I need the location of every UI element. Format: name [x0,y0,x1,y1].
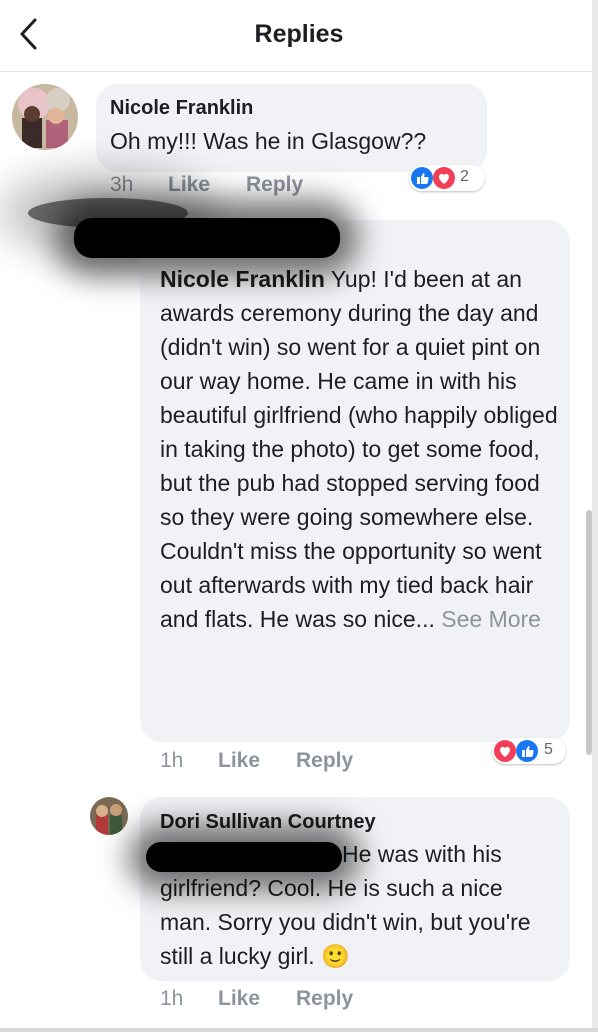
see-more-link[interactable]: See More [441,606,541,632]
like-button[interactable]: Like [218,987,260,1011]
like-reaction-icon [516,740,538,762]
timestamp: 3h [110,173,134,196]
reaction-count: 5 [544,741,553,758]
page-title: Replies [254,20,344,48]
avatar[interactable] [90,797,128,835]
comment-author[interactable]: Nicole Franklin [110,97,253,120]
reply-button[interactable]: Reply [296,749,353,773]
redacted-author [74,218,340,258]
reply-button[interactable]: Reply [246,173,303,197]
comment-bubble[interactable]: Dori Sullivan Courtney He was with his g… [140,797,570,981]
like-button[interactable]: Like [218,749,260,773]
bottom-divider [0,1028,598,1032]
reply-button[interactable]: Reply [296,987,353,1011]
comment-text: Nicole Franklin Yup! I'd been at an awar… [160,262,558,636]
reaction-count: 2 [460,168,469,185]
top-bar: Replies [0,0,598,72]
screen-edge [592,0,598,1032]
timestamp: 1h [160,987,184,1010]
scrollbar[interactable] [586,510,592,755]
comment-author[interactable]: Dori Sullivan Courtney [160,811,376,834]
smile-emoji-icon: 🙂 [321,943,350,969]
love-reaction-icon [494,740,516,762]
like-reaction-icon [411,167,433,189]
mentioned-user[interactable]: Nicole Franklin [160,266,325,292]
comment-bubble[interactable]: Nicole Franklin Oh my!!! Was he in Glasg… [96,84,487,172]
reaction-summary[interactable]: 2 [409,165,485,191]
love-reaction-icon [433,167,455,189]
reaction-summary[interactable]: 5 [492,738,566,764]
avatar[interactable] [12,84,78,150]
like-button[interactable]: Like [168,173,210,197]
comment-bubble[interactable]: Nicole Franklin Yup! I'd been at an awar… [140,220,570,742]
redacted-mention [146,842,342,872]
reply-body: Yup! I'd been at an awards ceremony duri… [160,266,558,632]
timestamp: 1h [160,749,184,772]
comment-text: Oh my!!! Was he in Glasgow?? [110,128,427,154]
